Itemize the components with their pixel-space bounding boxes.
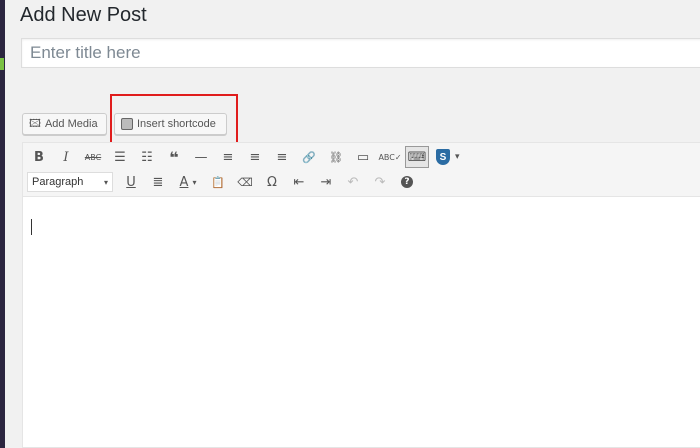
- shield-plugin-button[interactable]: S ▾: [436, 146, 460, 168]
- redo-button[interactable]: ↷: [368, 171, 392, 193]
- format-select-value: Paragraph: [32, 176, 84, 188]
- bold-button[interactable]: B: [27, 146, 51, 168]
- chevron-down-icon: ▾: [455, 152, 460, 162]
- chevron-down-icon: ▾: [192, 177, 197, 187]
- admin-menu-notch: [0, 58, 4, 70]
- text-color-button[interactable]: A ▾: [173, 171, 203, 193]
- toolbar-row-2: Paragraph ▾ U ≣ A ▾ 📋 ⌫ Ω ⇤ ⇥ ↶ ↷ ?: [27, 171, 422, 193]
- admin-sidebar-edge: [0, 0, 5, 448]
- align-center-button[interactable]: ≡: [243, 146, 267, 168]
- post-editor: B I ABC ☰ ☷ ❝ — ≡ ≡ ≡ 🔗 ⛓ ▭ ABC✓ ⌨ S ▾ P…: [22, 142, 700, 448]
- media-icon: 🖾: [29, 117, 41, 130]
- horizontal-line-button[interactable]: —: [189, 146, 213, 168]
- indent-button[interactable]: ⇥: [314, 171, 338, 193]
- align-left-button[interactable]: ≡: [216, 146, 240, 168]
- toolbar-toggle-button[interactable]: ⌨: [405, 146, 429, 168]
- insert-shortcode-label: Insert shortcode: [137, 118, 216, 130]
- numbered-list-button[interactable]: ☷: [135, 146, 159, 168]
- add-media-button[interactable]: 🖾 Add Media: [22, 113, 107, 135]
- outdent-button[interactable]: ⇤: [287, 171, 311, 193]
- underline-button[interactable]: U: [119, 171, 143, 193]
- blockquote-button[interactable]: ❝: [162, 146, 186, 168]
- help-icon: ?: [401, 176, 413, 188]
- shortcode-icon: [121, 118, 133, 130]
- page-title: Add New Post: [20, 4, 147, 26]
- post-title-input[interactable]: [21, 38, 700, 68]
- special-character-button[interactable]: Ω: [260, 171, 284, 193]
- insert-shortcode-button[interactable]: Insert shortcode: [114, 113, 227, 135]
- clear-formatting-button[interactable]: ⌫: [233, 171, 257, 193]
- undo-button[interactable]: ↶: [341, 171, 365, 193]
- italic-button[interactable]: I: [54, 146, 78, 168]
- add-media-label: Add Media: [44, 118, 98, 130]
- editor-content-area[interactable]: [23, 197, 700, 447]
- spellcheck-button[interactable]: ABC✓: [378, 146, 402, 168]
- justify-button[interactable]: ≣: [146, 171, 170, 193]
- insert-link-button[interactable]: 🔗: [297, 146, 321, 168]
- text-cursor: [31, 219, 32, 235]
- align-right-button[interactable]: ≡: [270, 146, 294, 168]
- help-button[interactable]: ?: [395, 171, 419, 193]
- chevron-down-icon: ▾: [103, 177, 108, 187]
- paste-as-text-button[interactable]: 📋: [206, 171, 230, 193]
- strikethrough-button[interactable]: ABC: [81, 146, 105, 168]
- shield-icon: S: [436, 149, 450, 165]
- toolbar-row-1: B I ABC ☰ ☷ ❝ — ≡ ≡ ≡ 🔗 ⛓ ▭ ABC✓ ⌨ S ▾: [27, 146, 463, 168]
- read-more-button[interactable]: ▭: [351, 146, 375, 168]
- remove-link-button[interactable]: ⛓: [324, 146, 348, 168]
- editor-toolbar: B I ABC ☰ ☷ ❝ — ≡ ≡ ≡ 🔗 ⛓ ▭ ABC✓ ⌨ S ▾ P…: [23, 143, 700, 197]
- format-select[interactable]: Paragraph ▾: [27, 172, 113, 192]
- bulleted-list-button[interactable]: ☰: [108, 146, 132, 168]
- text-color-icon: A: [179, 174, 189, 190]
